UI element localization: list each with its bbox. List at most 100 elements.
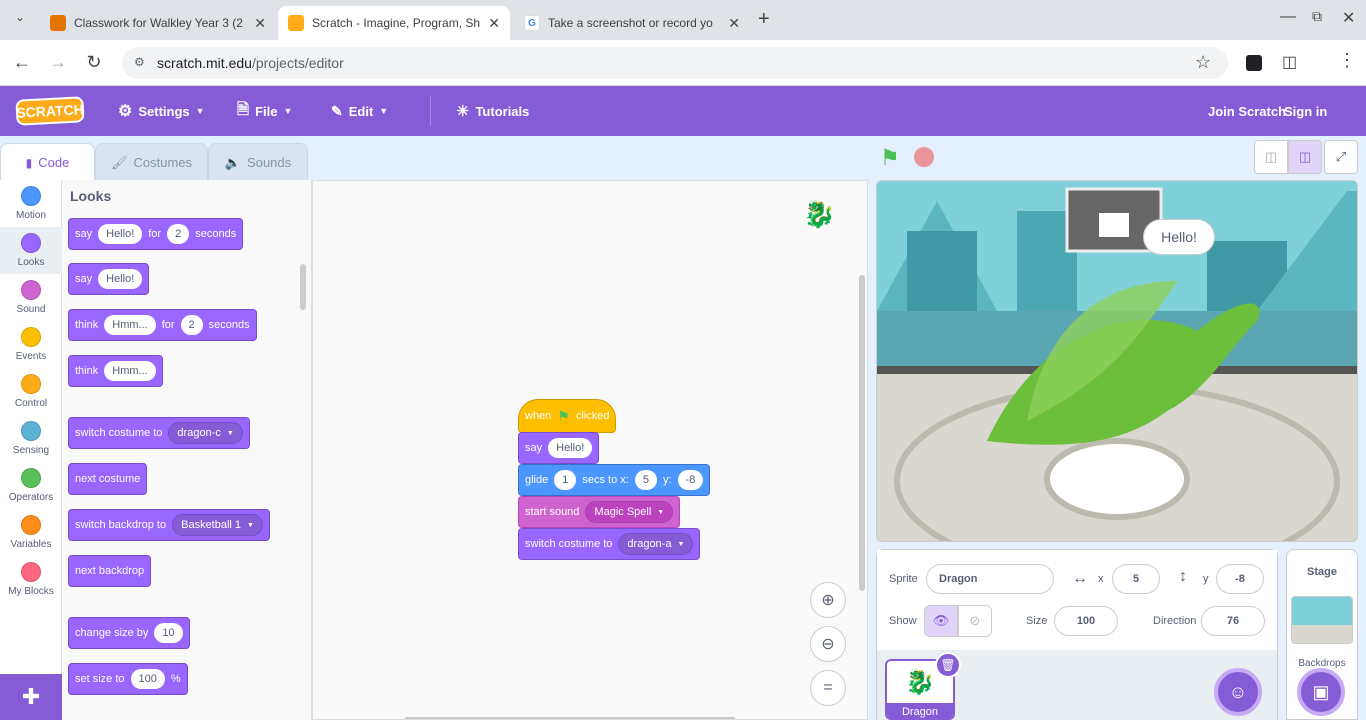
- fullscreen-button[interactable]: ⤢: [1324, 140, 1358, 174]
- block-input[interactable]: -8: [677, 470, 704, 490]
- workspace-horizontal-scrollbar[interactable]: [405, 717, 735, 719]
- sprite-tile-name: Dragon: [887, 703, 953, 718]
- y-label: y: [1203, 573, 1209, 585]
- block-say[interactable]: say Hello!: [68, 263, 150, 295]
- green-flag-button[interactable]: ⚑: [880, 145, 900, 171]
- category-control[interactable]: Control: [0, 368, 62, 415]
- small-stage-button[interactable]: ◫: [1254, 140, 1288, 174]
- sprite-name-input[interactable]: Dragon: [926, 564, 1054, 594]
- category-motion[interactable]: Motion: [0, 180, 62, 227]
- block-input[interactable]: Hello!: [548, 438, 593, 458]
- show-hidden-button[interactable]: ⊘: [958, 605, 992, 637]
- extensions-puzzle-icon[interactable]: ◫: [1282, 52, 1297, 72]
- block-start-sound[interactable]: start sound Magic Spell ▼: [518, 496, 681, 528]
- block-glide-to-xy[interactable]: glide 1 secs to x: 5 y: -8: [518, 464, 711, 496]
- site-info-icon[interactable]: ⚙: [134, 55, 145, 69]
- tab-code[interactable]: ▮ Code: [0, 143, 95, 181]
- zoom-in-button[interactable]: ⊕: [810, 582, 846, 618]
- sign-in-link[interactable]: Sign in: [1284, 86, 1327, 136]
- block-switch-costume[interactable]: switch costume to dragon-a ▼: [518, 528, 701, 560]
- show-visible-button[interactable]: 👁: [924, 605, 958, 637]
- delete-sprite-button[interactable]: 🗑: [935, 652, 961, 678]
- edit-menu[interactable]: ✎ Edit ▼: [331, 86, 388, 136]
- category-sound[interactable]: Sound: [0, 274, 62, 321]
- sound-dropdown[interactable]: Magic Spell ▼: [585, 501, 674, 523]
- block-input[interactable]: Hello!: [98, 269, 143, 289]
- minimize-icon[interactable]: —: [1280, 8, 1296, 26]
- block-input[interactable]: 1: [554, 470, 577, 490]
- block-input[interactable]: 5: [634, 470, 657, 490]
- choose-backdrop-button[interactable]: ▣: [1297, 668, 1345, 716]
- browser-tab-scratch[interactable]: Scratch - Imagine, Program, Sh ✕: [278, 6, 510, 40]
- zoom-out-button[interactable]: ⊖: [810, 626, 846, 662]
- block-input[interactable]: Hmm...: [104, 361, 156, 381]
- direction-input[interactable]: 76: [1201, 606, 1265, 636]
- tab-search-icon[interactable]: ⌄: [10, 10, 30, 30]
- block-switch-costume[interactable]: switch costume to dragon-c ▼: [68, 417, 250, 449]
- size-input[interactable]: 100: [1054, 606, 1118, 636]
- block-change-size[interactable]: change size by 10: [68, 617, 190, 649]
- browser-menu-icon[interactable]: ⋮: [1338, 50, 1356, 71]
- close-tab-icon[interactable]: ✕: [254, 15, 266, 32]
- stop-button[interactable]: [914, 147, 934, 167]
- file-menu[interactable]: 🗎 File ▼: [237, 86, 292, 136]
- settings-menu[interactable]: ⚙ Settings ▼: [118, 86, 205, 136]
- browser-tab-classwork[interactable]: Classwork for Walkley Year 3 (2 ✕: [40, 6, 276, 40]
- block-next-backdrop[interactable]: next backdrop: [68, 555, 152, 587]
- block-say-for-seconds[interactable]: say Hello! for 2 seconds: [68, 218, 244, 250]
- category-variables[interactable]: Variables: [0, 509, 62, 556]
- looks-dot-icon: [21, 233, 41, 253]
- join-scratch-link[interactable]: Join Scratch: [1208, 86, 1286, 136]
- block-input[interactable]: Hello!: [98, 224, 143, 244]
- block-input[interactable]: Hmm...: [104, 315, 156, 335]
- block-when-flag-clicked[interactable]: when ⚑ clicked: [518, 399, 617, 433]
- x-input[interactable]: 5: [1112, 564, 1160, 594]
- scratch-logo[interactable]: SCRATCH: [15, 96, 85, 126]
- lightbulb-icon: ☀: [456, 103, 470, 120]
- zoom-reset-icon: =: [823, 679, 833, 696]
- forward-icon[interactable]: →: [46, 52, 70, 73]
- block-think[interactable]: think Hmm...: [68, 355, 163, 387]
- zoom-reset-button[interactable]: =: [810, 670, 846, 706]
- block-input[interactable]: 10: [154, 623, 183, 643]
- reload-icon[interactable]: ↻: [82, 52, 106, 73]
- bookmark-star-icon[interactable]: ☆: [1195, 52, 1211, 73]
- palette-scrollbar[interactable]: [300, 264, 306, 310]
- block-input[interactable]: 2: [180, 315, 203, 335]
- block-set-size[interactable]: set size to 100 %: [68, 663, 188, 695]
- close-window-icon[interactable]: ✕: [1342, 8, 1355, 28]
- workspace-vertical-scrollbar[interactable]: [859, 275, 865, 591]
- add-extension-button[interactable]: ✚: [0, 674, 62, 720]
- category-my-blocks[interactable]: My Blocks: [0, 556, 62, 603]
- url-bar[interactable]: scratch.mit.edu/projects/editor: [122, 47, 1228, 79]
- block-input[interactable]: 2: [167, 224, 190, 244]
- category-looks[interactable]: Looks: [0, 227, 62, 274]
- y-input[interactable]: -8: [1216, 564, 1264, 594]
- script-workspace[interactable]: 🐉 when ⚑ clicked say Hello! glide 1 secs…: [312, 180, 868, 720]
- stage-target-panel[interactable]: Stage Backdrops ▣: [1286, 549, 1358, 720]
- costume-dropdown[interactable]: dragon-c ▼: [168, 422, 243, 444]
- backdrop-dropdown[interactable]: Basketball 1 ▼: [172, 514, 263, 536]
- block-switch-backdrop[interactable]: switch backdrop to Basketball 1 ▼: [68, 509, 270, 541]
- browser-tab-screenshot[interactable]: G Take a screenshot or record yo ✕: [514, 6, 750, 40]
- tab-sounds[interactable]: 🔈 Sounds: [208, 143, 308, 181]
- block-think-for-seconds[interactable]: think Hmm... for 2 seconds: [68, 309, 257, 341]
- normal-stage-button[interactable]: ◫: [1288, 140, 1322, 174]
- tutorials-menu[interactable]: ☀ Tutorials: [456, 86, 529, 136]
- block-next-costume[interactable]: next costume: [68, 463, 148, 495]
- restore-icon[interactable]: ⧉: [1312, 8, 1322, 25]
- tab-costumes[interactable]: 🖌 Costumes: [95, 143, 208, 181]
- close-tab-icon[interactable]: ✕: [488, 15, 500, 32]
- category-events[interactable]: Events: [0, 321, 62, 368]
- block-say[interactable]: say Hello!: [518, 432, 600, 464]
- costume-dropdown[interactable]: dragon-a ▼: [618, 533, 694, 555]
- block-input[interactable]: 100: [130, 669, 165, 689]
- new-tab-icon[interactable]: +: [758, 8, 770, 31]
- close-tab-icon[interactable]: ✕: [728, 15, 740, 32]
- choose-sprite-button[interactable]: ☺: [1214, 668, 1262, 716]
- category-operators[interactable]: Operators: [0, 462, 62, 509]
- category-sensing[interactable]: Sensing: [0, 415, 62, 462]
- back-icon[interactable]: ←: [10, 52, 34, 73]
- stage-canvas[interactable]: Hello!: [876, 180, 1358, 542]
- extension-icon[interactable]: [1246, 55, 1262, 71]
